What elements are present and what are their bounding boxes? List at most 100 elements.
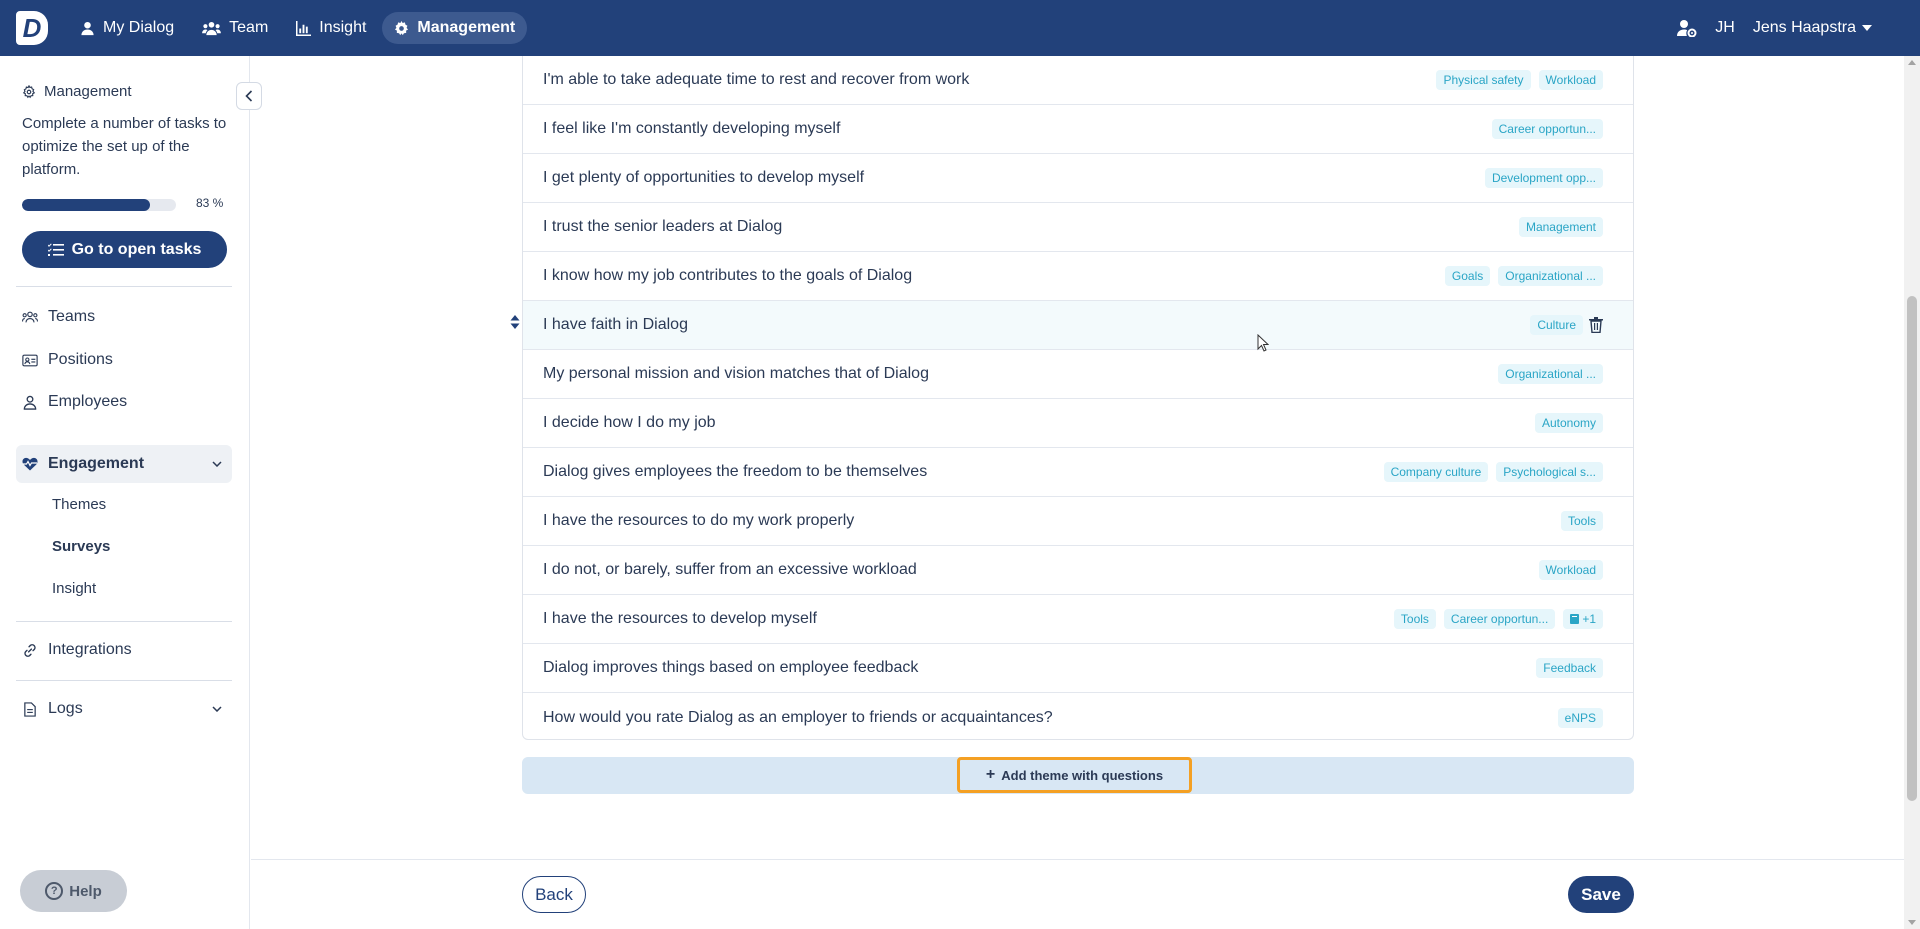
document-icon: [24, 701, 36, 717]
scroll-up-arrow[interactable]: [1908, 60, 1916, 65]
sidebar-item-integrations[interactable]: Integrations: [22, 641, 132, 659]
question-row[interactable]: I decide how I do my job Autonomy: [523, 399, 1633, 448]
dialog-logo[interactable]: D: [10, 0, 54, 56]
theme-tag: Career opportun...: [1443, 609, 1556, 629]
question-row[interactable]: I'm able to take adequate time to rest a…: [523, 56, 1633, 105]
theme-tag: eNPS: [1557, 707, 1603, 728]
question-text: I do not, or barely, suffer from an exce…: [543, 561, 917, 578]
add-theme-button[interactable]: + Add theme with questions: [957, 757, 1192, 793]
theme-tag: Organizational ...: [1498, 266, 1603, 286]
question-row[interactable]: I have the resources to develop myself To…: [523, 595, 1633, 644]
theme-tag: Physical safety: [1436, 70, 1531, 90]
question-text: I know how my job contributes to the goa…: [543, 267, 913, 284]
question-row[interactable]: I feel like I'm constantly developing my…: [523, 105, 1633, 154]
back-button[interactable]: Back: [522, 876, 586, 913]
question-text: Dialog gives employees the freedom to be…: [543, 463, 928, 480]
theme-tag-label: Workload: [1545, 73, 1596, 87]
sidebar-subitem-insight[interactable]: Insight: [52, 580, 96, 597]
users-icon: [202, 21, 222, 35]
mouse-cursor-icon: [1257, 334, 1269, 352]
sidebar-description: Complete a number of tasks to optimize t…: [22, 115, 227, 178]
gear-icon: [395, 20, 409, 35]
gear-outline-icon: [22, 84, 36, 98]
sidebar-subitem-surveys[interactable]: Surveys: [52, 538, 110, 555]
nav-team[interactable]: Team: [190, 12, 280, 44]
book-icon: [1570, 614, 1580, 624]
question-text: Dialog improves things based on employee…: [543, 659, 919, 676]
question-text: How would you rate Dialog as an employer…: [543, 708, 1053, 726]
sidebar-divider: [16, 286, 232, 287]
collapse-sidebar-button[interactable]: [236, 82, 262, 110]
question-row[interactable]: My personal mission and vision matches t…: [523, 350, 1633, 399]
theme-tags: eNPS: [1557, 707, 1603, 728]
task-list-icon: [47, 243, 64, 256]
question-circle-icon: ?: [45, 882, 64, 900]
nav-insight[interactable]: Insight: [284, 12, 378, 44]
theme-tag-label: Goals: [1451, 269, 1484, 283]
nav-my-dialog[interactable]: My Dialog: [68, 12, 186, 44]
chevron-left-icon: [245, 90, 253, 102]
theme-tag: Feedback: [1536, 658, 1603, 678]
theme-tag: Company culture: [1383, 462, 1489, 482]
setup-progress-fill: [22, 199, 150, 211]
save-button[interactable]: Save: [1568, 876, 1634, 913]
theme-tags: Development opp...: [1484, 168, 1603, 188]
question-row[interactable]: I know how my job contributes to the goa…: [523, 252, 1633, 301]
question-text: I feel like I'm constantly developing my…: [543, 120, 841, 137]
question-row[interactable]: I have faith in Dialog Culture: [523, 301, 1633, 350]
sidebar-item-employees-label: Employees: [48, 393, 128, 410]
theme-tags: Autonomy: [1534, 413, 1603, 433]
theme-tags: Career opportun...: [1491, 119, 1603, 139]
sidebar-item-teams-label: Teams: [48, 308, 96, 325]
go-to-open-tasks-button[interactable]: Go to open tasks: [22, 231, 227, 268]
theme-tag-label: Organizational ...: [1505, 367, 1596, 381]
sidebar-item-integrations-label: Integrations: [48, 641, 132, 658]
link-icon: [24, 643, 36, 657]
sidebar-divider: [16, 680, 232, 681]
question-row[interactable]: I trust the senior leaders at Dialog Mana…: [523, 203, 1633, 252]
nav-management-label: Management: [417, 19, 516, 36]
scroll-down-arrow[interactable]: [1908, 920, 1916, 925]
theme-tag: +1: [1563, 609, 1603, 629]
theme-tag-label: Physical safety: [1443, 73, 1524, 87]
theme-tags: Workload: [1538, 560, 1603, 580]
question-row[interactable]: How would you rate Dialog as an employer…: [523, 693, 1633, 742]
nav-management[interactable]: Management: [382, 12, 528, 44]
trash-icon[interactable]: [1589, 317, 1603, 333]
question-row[interactable]: Dialog gives employees the freedom to be…: [523, 448, 1633, 497]
sidebar-item-engagement-label: Engagement: [48, 455, 145, 472]
sidebar-item-teams[interactable]: Teams: [22, 308, 95, 326]
theme-tag: Goals: [1444, 266, 1491, 286]
sidebar-subitem-themes[interactable]: Themes: [52, 496, 106, 513]
drag-handle-icon[interactable]: [510, 315, 520, 329]
user-menu[interactable]: Jens Haapstra: [1753, 19, 1872, 37]
sidebar-item-employees[interactable]: Employees: [22, 393, 127, 411]
theme-tags: Management: [1518, 217, 1603, 237]
nav-right: JH Jens Haapstra: [1677, 19, 1872, 37]
sidebar-item-logs[interactable]: Logs: [22, 700, 226, 718]
theme-tag: Organizational ...: [1498, 364, 1603, 384]
theme-tag: Career opportun...: [1491, 119, 1603, 139]
question-row[interactable]: I get plenty of opportunities to develop…: [523, 154, 1633, 203]
main-content: I'm able to take adequate time to rest a…: [251, 56, 1904, 929]
question-row[interactable]: I have the resources to do my work prope…: [523, 497, 1633, 546]
main-nav: My Dialog Team Insight Management: [68, 12, 531, 44]
go-to-open-tasks-label: Go to open tasks: [71, 240, 202, 258]
page-scrollbar[interactable]: [1904, 56, 1920, 929]
sidebar-item-engagement[interactable]: Engagement: [16, 445, 232, 483]
help-button[interactable]: ? Help: [20, 870, 127, 912]
sidebar-item-positions[interactable]: Positions: [22, 351, 113, 369]
help-button-label: Help: [69, 882, 102, 900]
theme-tag-label: Psychological s...: [1503, 465, 1596, 479]
scroll-thumb[interactable]: [1907, 296, 1917, 801]
theme-tag-label: Culture: [1537, 318, 1576, 332]
question-row[interactable]: Dialog improves things based on employee…: [523, 644, 1633, 693]
question-row[interactable]: I do not, or barely, suffer from an exce…: [523, 546, 1633, 595]
question-text: I trust the senior leaders at Dialog: [543, 218, 783, 235]
theme-tag-label: Company culture: [1390, 465, 1482, 479]
question-text: I have faith in Dialog: [543, 316, 688, 333]
top-navigation: D My Dialog Team Insight Management JH J…: [0, 0, 1920, 56]
add-theme-label: Add theme with questions: [1001, 767, 1164, 783]
question-text: I get plenty of opportunities to develop…: [543, 169, 865, 186]
user-settings-icon[interactable]: [1677, 19, 1697, 37]
